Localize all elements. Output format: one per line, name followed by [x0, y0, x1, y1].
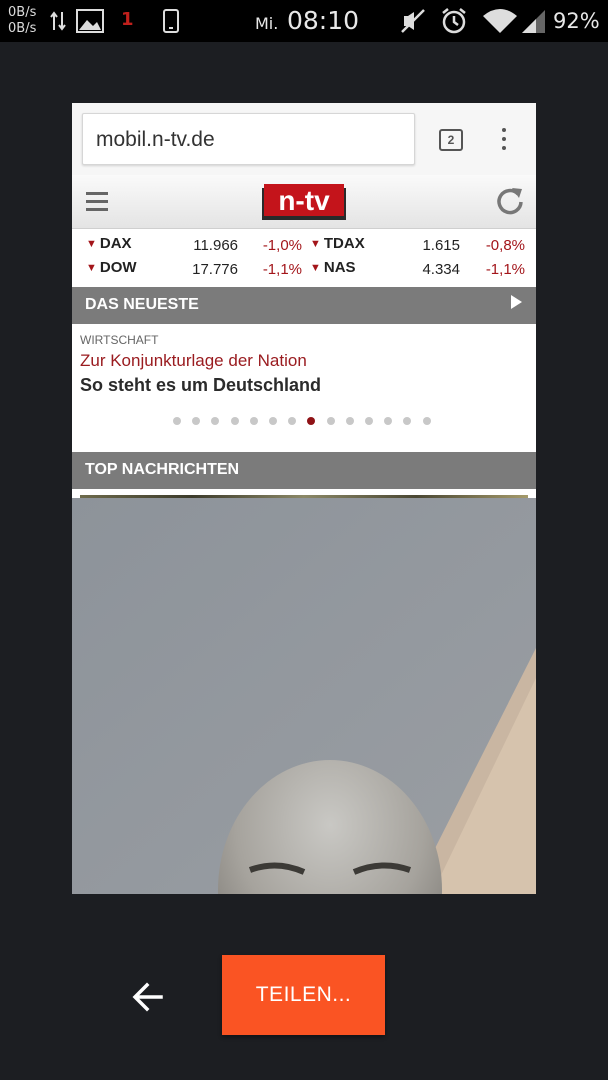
- carousel-dot: [173, 417, 181, 425]
- carousel-dot: [211, 417, 220, 425]
- site-header: n-tv: [72, 175, 536, 229]
- carousel-dot: [365, 417, 373, 425]
- ticker-change: -1,1%: [262, 261, 302, 278]
- ntv-logo: n-tv: [262, 184, 346, 220]
- notification-icon: 1: [121, 9, 134, 30]
- browser-toolbar: mobil.n-tv.de 2: [72, 103, 536, 175]
- clock: 08:10: [287, 6, 360, 35]
- carousel-dot: [307, 417, 316, 425]
- news-teaser: WIRTSCHAFT Zur Konjunkturlage der Nation…: [72, 324, 536, 452]
- play-arrow-icon: [511, 295, 522, 309]
- ticker-value: 1.615: [422, 237, 460, 254]
- latest-news-bar: DAS NEUESTE: [72, 287, 536, 324]
- ticker-change: -0,8%: [485, 237, 525, 254]
- carousel-dot: [230, 417, 239, 425]
- overflow-menu-icon: [502, 128, 506, 150]
- carousel-dot: [345, 417, 354, 425]
- carousel-dot: [403, 417, 412, 425]
- tab-count-icon: 2: [439, 129, 463, 151]
- carousel-dot: [249, 417, 258, 425]
- back-arrow-icon[interactable]: [128, 977, 168, 1017]
- carousel-dot: [326, 417, 335, 425]
- carousel-dot: [288, 417, 297, 425]
- news-kicker: WIRTSCHAFT: [80, 333, 159, 347]
- data-transfer-icon: [50, 11, 66, 31]
- network-speed: 0B/s 0B/s: [8, 5, 36, 37]
- net-download: 0B/s: [8, 21, 37, 36]
- carousel-dot: [192, 417, 201, 425]
- battery-level: 92%: [553, 9, 600, 33]
- refresh-icon: [497, 188, 523, 215]
- hamburger-menu-icon: [86, 192, 108, 216]
- ticker-value: 11.966: [193, 237, 238, 254]
- mute-icon: [401, 9, 425, 33]
- news-subheadline: Zur Konjunkturlage der Nation: [80, 351, 307, 370]
- url-bar: mobil.n-tv.de: [82, 113, 415, 165]
- section-title: DAS NEUESTE: [85, 296, 199, 313]
- camera-photo: [72, 498, 536, 894]
- ticker-value: 17.776: [192, 261, 238, 278]
- phone-icon: [163, 9, 179, 33]
- ticker-name: ▼ DOW: [86, 259, 137, 276]
- status-bar: 0B/s 0B/s 1 Mi. 08:10 92%: [0, 0, 608, 42]
- url-text: mobil.n-tv.de: [96, 128, 215, 151]
- day-label: Mi.: [255, 14, 279, 33]
- section-title: TOP NACHRICHTEN: [85, 461, 240, 478]
- carousel-dot: [384, 417, 393, 425]
- top-news-bar: TOP NACHRICHTEN: [72, 452, 536, 489]
- ticker-change: -1,0%: [262, 237, 302, 254]
- market-ticker: ▼ DAX 11.966 -1,0% ▼ TDAX 1.615 -0,8% ▼ DOW…: [72, 229, 536, 287]
- wifi-icon: [483, 9, 517, 33]
- net-upload: 0B/s: [8, 5, 37, 20]
- news-headline: So steht es um Deutschland: [80, 375, 322, 395]
- share-button[interactable]: TEILEN...: [222, 955, 385, 1035]
- signal-icon: [522, 10, 545, 33]
- gallery-icon: [76, 9, 104, 33]
- alarm-icon: [442, 8, 466, 34]
- ticker-name: ▼ NAS: [310, 259, 356, 276]
- ticker-value: 4.334: [422, 261, 460, 278]
- ticker-name: ▼ TDAX: [310, 235, 365, 252]
- logo-text: n-tv: [278, 185, 330, 216]
- ticker-change: -1,1%: [485, 261, 525, 278]
- carousel-dot: [422, 417, 431, 425]
- carousel-dot: [269, 417, 277, 425]
- ticker-name: ▼ DAX: [86, 235, 132, 252]
